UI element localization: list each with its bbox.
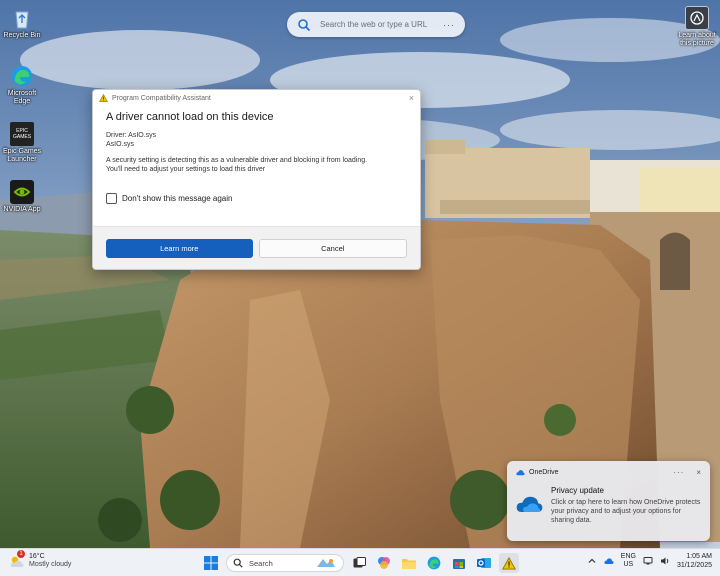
windows-icon xyxy=(204,556,218,570)
volume-icon[interactable] xyxy=(660,556,670,566)
file-explorer-icon xyxy=(402,559,416,569)
system-tray: ENG US 1:05 AM 31/12/2025 xyxy=(587,552,712,570)
desktop-icon-learn-about-picture[interactable]: Learn about this picture xyxy=(675,6,719,48)
close-icon[interactable]: × xyxy=(409,93,414,103)
toast-app-name: OneDrive xyxy=(529,469,559,476)
dialog-heading: A driver cannot load on this device xyxy=(106,111,274,123)
cancel-button[interactable]: Cancel xyxy=(258,238,407,258)
weather-condition: Mostly cloudy xyxy=(29,561,72,568)
store-icon xyxy=(453,559,465,569)
search-placeholder: Search the web or type a URL xyxy=(320,20,428,29)
clock-date: 31/12/2025 xyxy=(676,562,712,569)
learn-more-button[interactable]: Learn more xyxy=(106,238,253,258)
desktop-icon-label: Microsoft Edge xyxy=(7,90,37,105)
desktop-icon-label: NVIDIA App xyxy=(3,206,41,213)
taskbar-search[interactable]: Search xyxy=(226,554,344,572)
edge-icon xyxy=(10,64,34,88)
desktop-icon-epic-games[interactable]: EPIC GAMES Epic Games Launcher xyxy=(0,122,44,164)
warning-icon xyxy=(99,94,108,102)
compatibility-assistant-button[interactable] xyxy=(499,553,519,573)
more-options-icon[interactable]: ··· xyxy=(443,20,455,30)
desktop-icon-recycle-bin[interactable]: Recycle Bin xyxy=(0,6,44,40)
epic-games-icon: EPIC GAMES xyxy=(10,122,34,146)
driver-name: Driver: AsIO.sys xyxy=(106,132,157,139)
checkbox-box[interactable] xyxy=(106,193,117,204)
search-icon xyxy=(298,18,311,31)
close-icon[interactable]: × xyxy=(696,468,701,477)
program-compatibility-dialog: Program Compatibility Assistant × A driv… xyxy=(92,89,421,270)
dialog-message-line2: You'll need to adjust your settings to l… xyxy=(106,166,266,173)
copilot-button[interactable] xyxy=(374,553,394,573)
chevron-up-icon[interactable] xyxy=(587,556,597,566)
store-button[interactable] xyxy=(449,553,469,573)
onedrive-tray-icon[interactable] xyxy=(604,556,614,566)
toast-message: Click or tap here to learn how OneDrive … xyxy=(551,499,701,524)
file-explorer-button[interactable] xyxy=(399,553,419,573)
desktop-icon-label: Learn about this picture xyxy=(678,32,716,47)
desktop-search-bar[interactable]: Search the web or type a URL ··· xyxy=(287,12,465,37)
recycle-bin-icon xyxy=(10,6,34,30)
copilot-icon xyxy=(378,557,390,569)
desktop-icon-label: Epic Games Launcher xyxy=(2,148,42,163)
taskbar: 1 16°C Mostly cloudy Search ENG US 1:05 … xyxy=(0,548,720,576)
onedrive-icon xyxy=(516,470,525,476)
driver-file: AsIO.sys xyxy=(106,141,135,148)
dialog-footer: Learn more Cancel xyxy=(93,226,420,269)
nvidia-icon xyxy=(10,180,34,204)
language-indicator[interactable]: ENG US xyxy=(621,553,636,569)
edge-icon xyxy=(427,556,441,570)
dialog-message-line1: A security setting is detecting this as … xyxy=(106,157,368,164)
outlook-button[interactable] xyxy=(474,553,494,573)
taskbar-search-label: Search xyxy=(249,558,273,568)
dialog-title: Program Compatibility Assistant xyxy=(112,94,211,102)
more-options-icon[interactable]: ··· xyxy=(673,468,684,477)
camera-info-icon xyxy=(685,6,709,30)
language-code: ENG xyxy=(620,553,636,560)
warning-app-icon xyxy=(502,556,516,570)
search-highlight-icon xyxy=(317,559,335,567)
task-view-button[interactable] xyxy=(349,553,369,573)
network-icon[interactable] xyxy=(643,556,653,566)
clock[interactable]: 1:05 AM 31/12/2025 xyxy=(677,552,712,570)
dont-show-again-checkbox[interactable]: Don't show this message again xyxy=(106,193,407,204)
start-button[interactable] xyxy=(201,553,221,573)
onedrive-cloud-icon xyxy=(516,496,543,512)
edge-button[interactable] xyxy=(424,553,444,573)
toast-title: Privacy update xyxy=(551,486,604,495)
search-icon xyxy=(233,558,243,568)
outlook-icon xyxy=(477,558,491,568)
dialog-titlebar: Program Compatibility Assistant × xyxy=(93,90,420,106)
notification-badge: 1 xyxy=(17,550,25,558)
taskbar-apps: Search xyxy=(201,553,519,573)
weather-widget[interactable]: 1 16°C Mostly cloudy xyxy=(9,550,72,569)
task-view-icon xyxy=(353,557,366,568)
onedrive-notification[interactable]: OneDrive ··· × Privacy update Click or t… xyxy=(507,461,710,541)
weather-icon: 1 xyxy=(9,550,25,569)
weather-temperature: 16°C xyxy=(29,553,45,560)
clock-time: 1:05 AM xyxy=(686,553,712,560)
desktop-icon-nvidia[interactable]: NVIDIA App xyxy=(0,180,44,214)
language-region: US xyxy=(623,561,634,568)
desktop-icon-label: Recycle Bin xyxy=(3,32,41,39)
desktop-icon-edge[interactable]: Microsoft Edge xyxy=(0,64,44,106)
checkbox-label: Don't show this message again xyxy=(122,194,233,203)
